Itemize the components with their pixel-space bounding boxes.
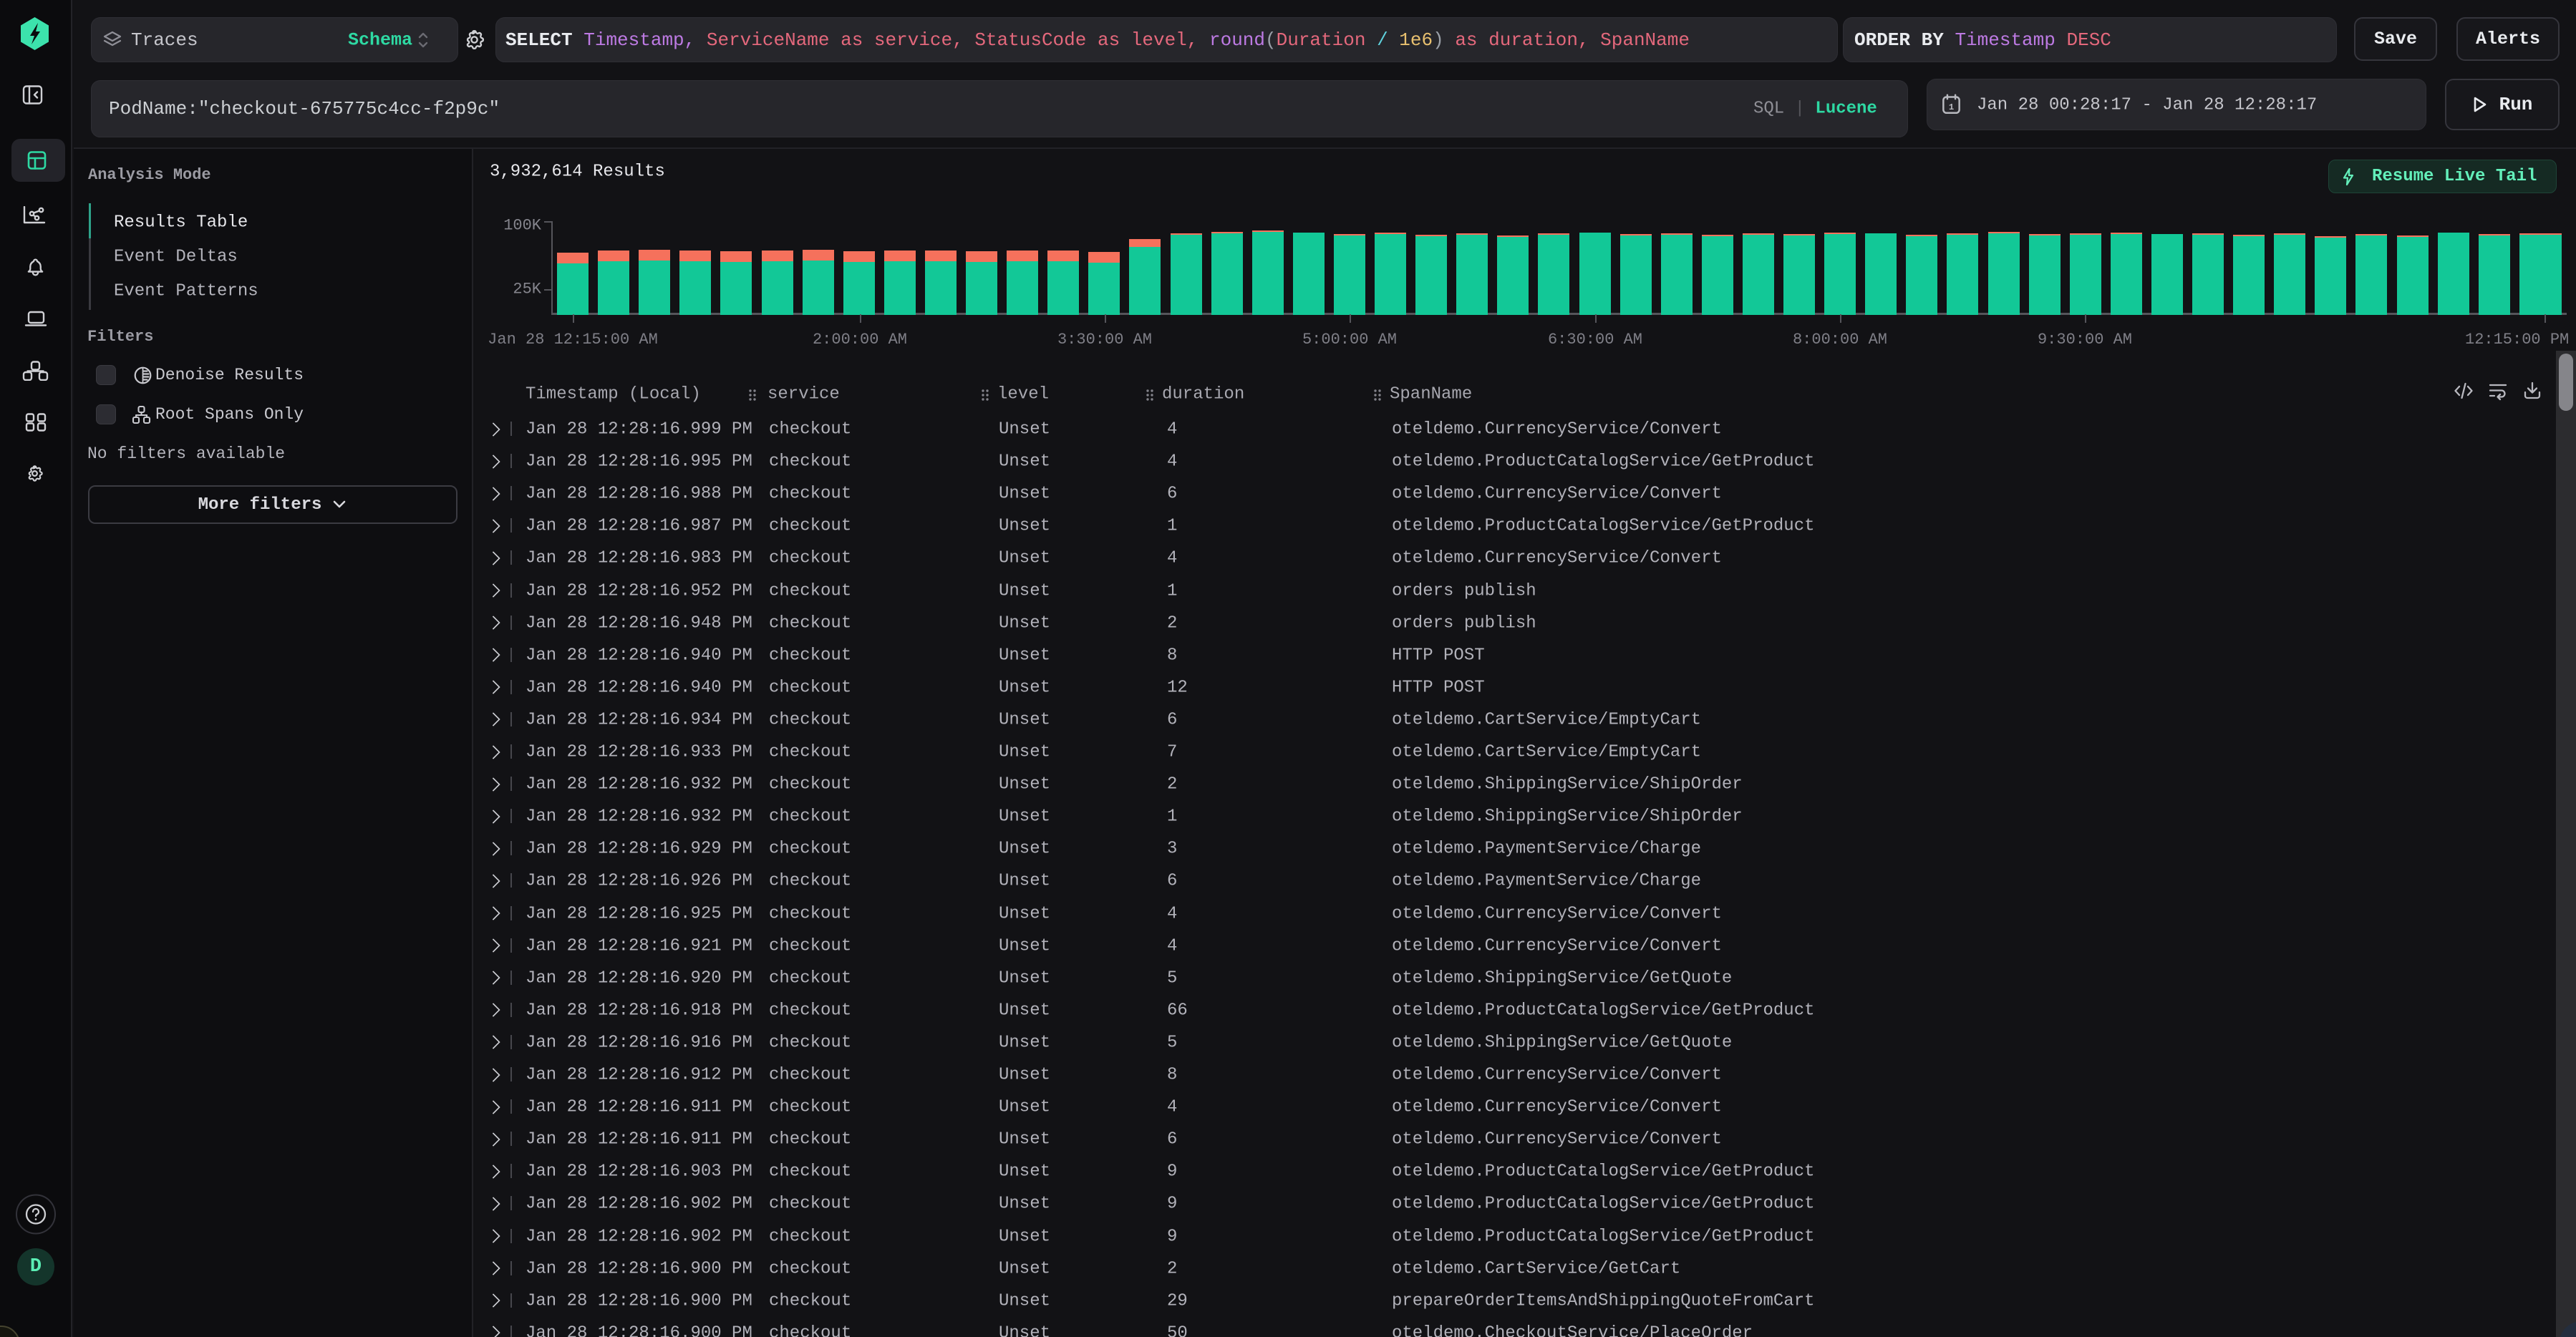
svg-text:1: 1 bbox=[1949, 102, 1954, 112]
